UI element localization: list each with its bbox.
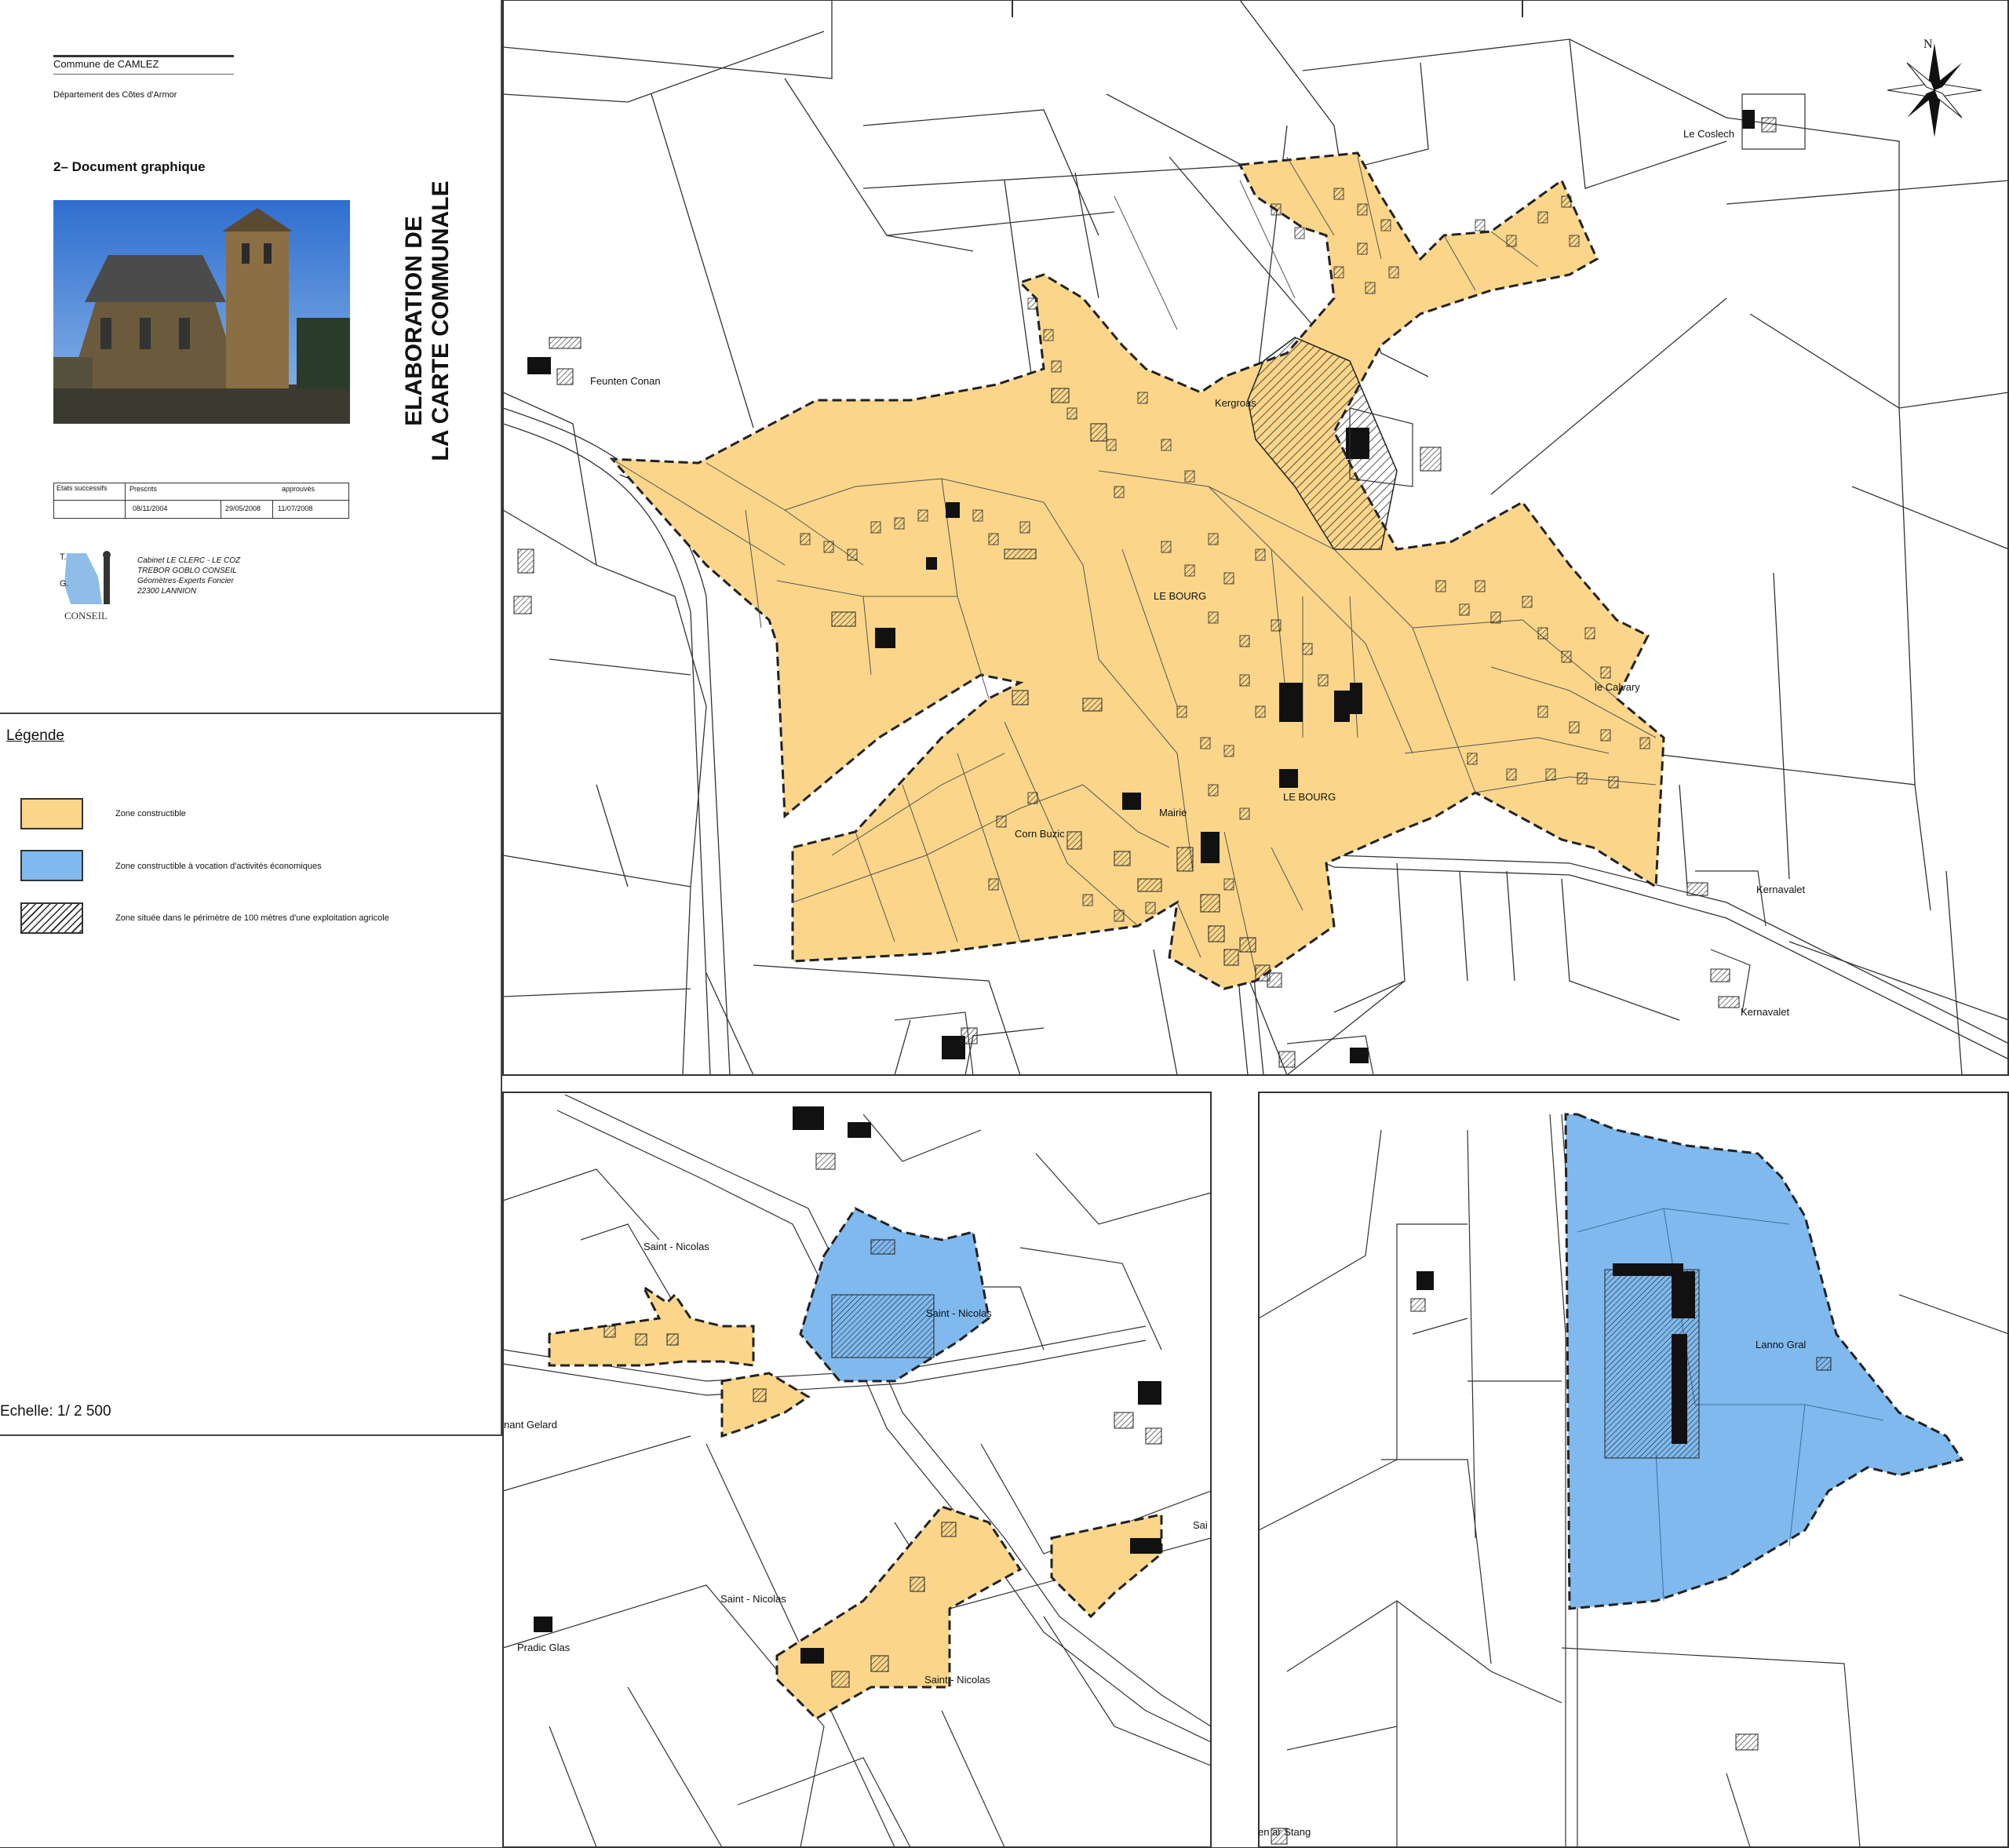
place-label-le-coslech: Le Coslech xyxy=(1683,128,1735,140)
place-label-le-bourg-1: LE BOURG xyxy=(1154,590,1207,602)
place-label-feunten-conan: Feunten Conan xyxy=(590,375,661,387)
main-constructible-zone xyxy=(609,151,1665,990)
place-label-saint-nicolas-3: Saint - Nicolas xyxy=(720,1593,786,1605)
place-label-saint-nicolas-4: Saint - Nicolas xyxy=(924,1674,990,1686)
left-inset-lines xyxy=(502,1094,1212,1848)
place-label-en-ar-stang: en ar Stang xyxy=(1258,1826,1311,1838)
map-canvas xyxy=(0,0,2009,1848)
place-label-le-calvary: le Calvary xyxy=(1595,681,1640,693)
place-label-sai: Sai xyxy=(1193,1519,1208,1531)
left-inset-frame xyxy=(502,1092,1212,1848)
place-label-nant-gelard: nant Gelard xyxy=(504,1419,557,1431)
place-label-saint-nicolas-2: Saint - Nicolas xyxy=(926,1307,992,1319)
compass-rose xyxy=(1887,43,1982,137)
place-label-kergroas: Kergroas xyxy=(1215,397,1256,409)
place-label-kernavalet-2: Kernavalet xyxy=(1741,1006,1790,1018)
right-inset-economic xyxy=(1564,1113,1964,1610)
left-inset-economic xyxy=(799,1207,990,1383)
place-label-le-bourg-2: LE BOURG xyxy=(1283,791,1336,803)
place-label-corn-buzic: Corn Buzic xyxy=(1015,828,1065,840)
place-label-pradic-glas: Pradic Glas xyxy=(517,1642,571,1653)
place-label-saint-nicolas-1: Saint - Nicolas xyxy=(644,1241,709,1252)
left-inset-buildings xyxy=(534,1106,1162,1688)
place-label-kernavalet-1: Kernavalet xyxy=(1756,884,1806,895)
north-label: N xyxy=(1923,38,1933,51)
place-label-lanno-gral: Lanno Gral xyxy=(1756,1339,1807,1350)
place-label-mairie: Mairie xyxy=(1159,807,1187,818)
